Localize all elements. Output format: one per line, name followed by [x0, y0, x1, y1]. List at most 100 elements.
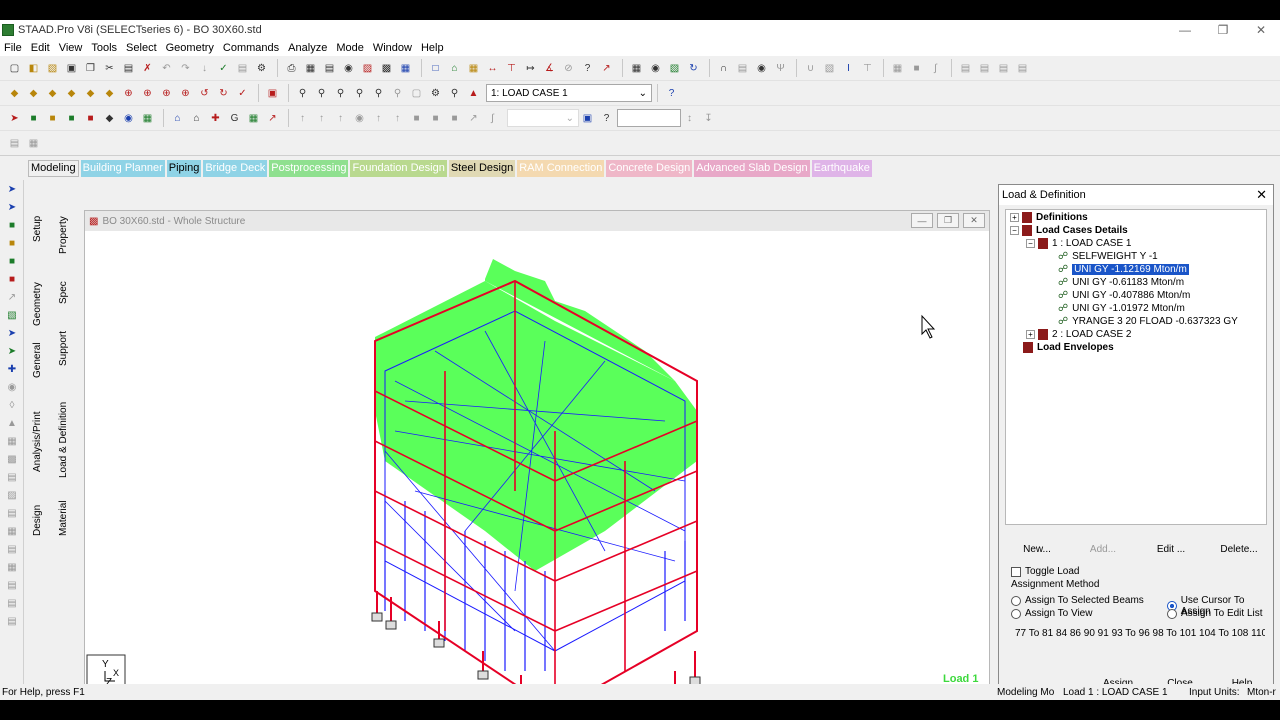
zoom-window-icon[interactable]: ⚲	[294, 85, 311, 102]
menu-commands[interactable]: Commands	[223, 42, 279, 54]
menu-edit[interactable]: Edit	[31, 42, 50, 54]
paste-icon[interactable]: ▤	[120, 60, 137, 77]
display-icon[interactable]: ▢	[408, 85, 425, 102]
expand-plus-icon[interactable]: +	[1026, 330, 1035, 339]
post-icon-2[interactable]: ↑	[313, 110, 330, 127]
load-case-select[interactable]: 1: LOAD CASE 1 ⌄	[486, 84, 652, 102]
tree-node-uni-4[interactable]: ☍ UNI GY -1.01972 Mton/m	[1058, 303, 1185, 314]
vtab-design[interactable]: Design	[32, 505, 43, 536]
structure-diagram-icon[interactable]: ⌂	[169, 110, 186, 127]
window-list-icon[interactable]: ▤	[1014, 60, 1031, 77]
tool-icon-14[interactable]: ▲	[4, 418, 20, 432]
undo-list-icon[interactable]: ↓	[196, 60, 213, 77]
vtab-spec[interactable]: Spec	[58, 281, 69, 304]
tool-icon-16[interactable]: ▩	[4, 454, 20, 468]
solids-cursor-icon[interactable]: ■	[82, 110, 99, 127]
menu-tools[interactable]: Tools	[91, 42, 117, 54]
tree-node-uni-2[interactable]: ☍ UNI GY -0.61183 Mton/m	[1058, 277, 1184, 288]
zoom-dynamic-icon[interactable]: ⚲	[313, 85, 330, 102]
window-new-icon[interactable]: ▤	[995, 60, 1012, 77]
camera-icon[interactable]: ◉	[340, 60, 357, 77]
select-node-icon[interactable]: ➤	[4, 328, 20, 342]
menu-window[interactable]: Window	[373, 42, 412, 54]
post-icon-5[interactable]: ↑	[370, 110, 387, 127]
zoom-all-icon[interactable]: ⚲	[370, 85, 387, 102]
scale-input[interactable]	[617, 109, 681, 127]
post-icon-9[interactable]: ■	[446, 110, 463, 127]
vtab-support[interactable]: Support	[58, 331, 69, 366]
select-beam-icon[interactable]: ▧	[4, 310, 20, 324]
tree-node-load-cases-details[interactable]: − Load Cases Details	[1010, 225, 1128, 236]
node-cursor-icon[interactable]: ➤	[4, 202, 20, 216]
dimension-icon[interactable]: ↔	[484, 60, 501, 77]
clipboard-icon[interactable]: ▤	[234, 60, 251, 77]
iso-view-icon[interactable]: ◆	[6, 85, 23, 102]
post-icon-6[interactable]: ↑	[389, 110, 406, 127]
post-icon-10[interactable]: ↗	[465, 110, 482, 127]
tree-node-load-case-1[interactable]: − 1 : LOAD CASE 1	[1026, 238, 1131, 249]
tree-node-definitions[interactable]: + Definitions	[1010, 212, 1088, 223]
viewport-maximize-icon[interactable]: ❐	[937, 213, 959, 228]
post-icon-1[interactable]: ↑	[294, 110, 311, 127]
rotate-icon[interactable]: ↻	[685, 60, 702, 77]
checkbox-box[interactable]	[1011, 566, 1021, 577]
panel-close-icon[interactable]: ✕	[1256, 187, 1267, 203]
viewport-close-icon[interactable]: ✕	[963, 213, 985, 228]
surface-cursor-icon[interactable]: ■	[4, 256, 20, 270]
post-select[interactable]: ⌄	[507, 109, 579, 127]
menu-analyze[interactable]: Analyze	[288, 42, 327, 54]
menu-file[interactable]: File	[4, 42, 22, 54]
window-cascade-icon[interactable]: ▤	[976, 60, 993, 77]
wrench-icon[interactable]: ⚙	[253, 60, 270, 77]
tool-icon-15[interactable]: ▦	[4, 436, 20, 450]
tab-postprocessing[interactable]: Postprocessing	[269, 159, 349, 177]
tab-steel-design[interactable]: Steel Design	[448, 159, 516, 177]
print-icon[interactable]: ⎙	[283, 60, 300, 77]
menu-select[interactable]: Select	[126, 42, 157, 54]
rotate-up-icon[interactable]: ⊕	[120, 85, 137, 102]
collapse-minus-icon[interactable]: −	[1026, 239, 1035, 248]
vtab-general[interactable]: General	[32, 342, 43, 378]
translational-repeat-icon[interactable]: ▦	[628, 60, 645, 77]
radio-circle[interactable]	[1167, 608, 1177, 619]
circular-repeat-icon[interactable]: ◉	[647, 60, 664, 77]
minimize-icon[interactable]: —	[1166, 20, 1204, 40]
add-button[interactable]: Add...	[1071, 539, 1135, 559]
search-icon[interactable]: ⚲	[446, 85, 463, 102]
plate-cursor-icon[interactable]: ■	[4, 238, 20, 252]
edit-button[interactable]: Edit ...	[1139, 539, 1203, 559]
warning-icon[interactable]: ▲	[465, 85, 482, 102]
tool-icon-18[interactable]: ▨	[4, 490, 20, 504]
tree-node-load-case-2[interactable]: + 2 : LOAD CASE 2	[1026, 329, 1131, 340]
tab-piping[interactable]: Piping	[166, 159, 202, 177]
report-setup-icon[interactable]: ▩	[378, 60, 395, 77]
picture-icon[interactable]: ▨	[359, 60, 376, 77]
left-view-icon[interactable]: ◆	[63, 85, 80, 102]
vtab-setup[interactable]: Setup	[32, 216, 43, 242]
collapse-minus-icon[interactable]: −	[1010, 226, 1019, 235]
tab-foundation-design[interactable]: Foundation Design	[350, 159, 447, 177]
globe-icon[interactable]: ◉	[120, 110, 137, 127]
rotate-right-icon[interactable]: ⊕	[177, 85, 194, 102]
tool-icon-22[interactable]: ▦	[4, 562, 20, 576]
radio-circle[interactable]	[1011, 595, 1021, 606]
mirror-icon[interactable]: ▧	[666, 60, 683, 77]
delete-icon[interactable]: ✗	[139, 60, 156, 77]
add-icon[interactable]: ✚	[4, 364, 20, 378]
fork-icon[interactable]: Ψ	[772, 60, 789, 77]
zoom-out-icon[interactable]: ⚲	[351, 85, 368, 102]
angle-icon[interactable]: ∡	[541, 60, 558, 77]
grid-icon[interactable]: ▦	[139, 110, 156, 127]
expand-plus-icon[interactable]: +	[1010, 213, 1019, 222]
new-button[interactable]: New...	[1005, 539, 1069, 559]
view-icon[interactable]: ▦	[397, 60, 414, 77]
tree-node-yrange[interactable]: ☍ YRANGE 3 20 FLOAD -0.637323 GY	[1058, 316, 1238, 327]
undo-icon[interactable]: ↶	[158, 60, 175, 77]
structure-model-canvas[interactable]: Y X Z Load 1	[85, 231, 989, 697]
tree-node-selfweight[interactable]: ☍ SELFWEIGHT Y -1	[1058, 251, 1158, 262]
assign-selected-beams-radio[interactable]: Assign To Selected Beams	[1011, 595, 1144, 606]
viewport-minimize-icon[interactable]: —	[911, 213, 933, 228]
spin-right-icon[interactable]: ↻	[215, 85, 232, 102]
load-icon[interactable]: ⊤	[859, 60, 876, 77]
open-file-icon[interactable]: ◧	[25, 60, 42, 77]
